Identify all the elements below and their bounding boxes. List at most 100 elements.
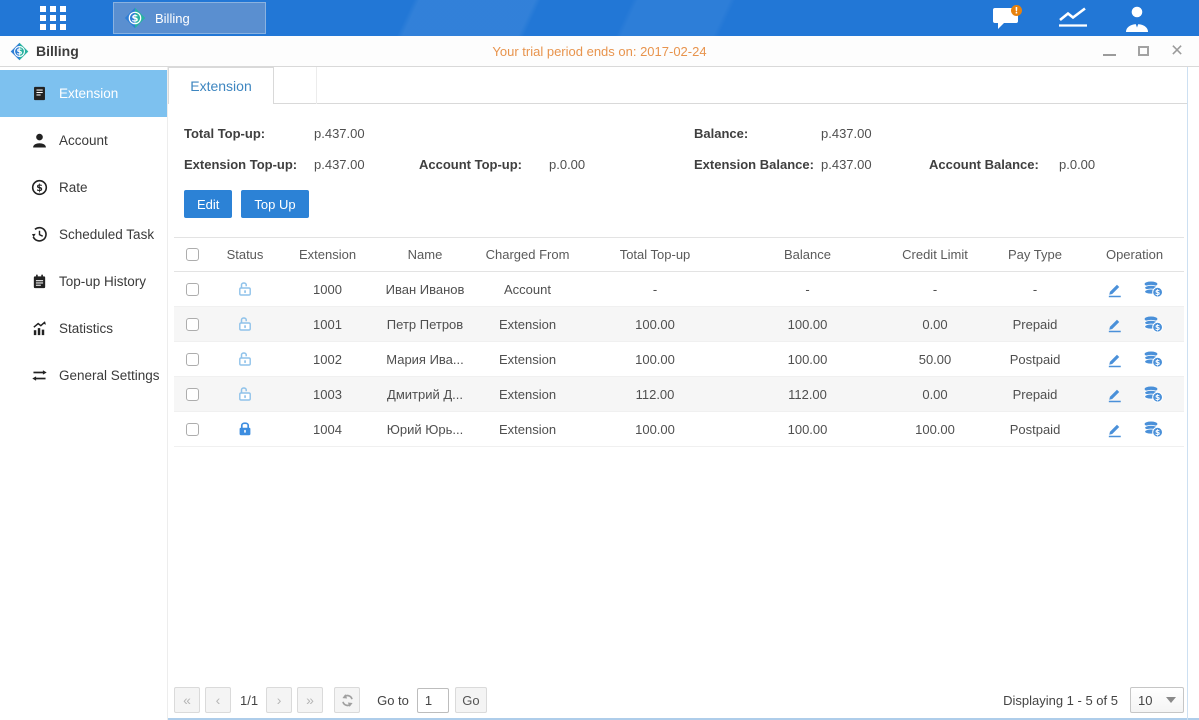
edit-extension-button[interactable] <box>1106 350 1123 368</box>
sidebar-item-statistics[interactable]: Statistics <box>0 305 167 352</box>
edit-extension-button[interactable] <box>1106 315 1123 333</box>
billing-window: Billing ! <box>0 0 1199 720</box>
sidebar-item-topup-history[interactable]: Top-up History <box>0 258 167 305</box>
cell-extension: 1000 <box>280 282 375 297</box>
cell-credit-limit: 50.00 <box>885 352 985 367</box>
table-header-row: Status Extension Name Charged From Total… <box>174 237 1184 272</box>
sidebar-item-account[interactable]: Account <box>0 117 167 164</box>
reports-chart-icon[interactable] <box>1057 5 1089 31</box>
cell-extension: 1004 <box>280 422 375 437</box>
cell-total-topup: 100.00 <box>580 352 730 367</box>
taskbar-app-label: Billing <box>155 11 190 26</box>
edit-extension-button[interactable] <box>1106 280 1123 298</box>
account-balance-label: Account Balance: <box>929 157 1059 172</box>
edit-extension-button[interactable] <box>1106 385 1123 403</box>
topup-extension-button[interactable] <box>1143 385 1163 403</box>
svg-text:$: $ <box>36 183 43 194</box>
messages-icon[interactable]: ! <box>992 5 1023 31</box>
cell-total-topup: 112.00 <box>580 387 730 402</box>
refresh-button[interactable] <box>334 687 360 713</box>
cell-total-topup: 100.00 <box>580 317 730 332</box>
scheduled-task-icon <box>31 226 48 243</box>
general-settings-icon <box>31 367 48 384</box>
cell-balance: 112.00 <box>730 387 885 402</box>
col-operation: Operation <box>1085 247 1184 262</box>
cell-extension: 1001 <box>280 317 375 332</box>
sidebar-item-general-settings[interactable]: General Settings <box>0 352 167 399</box>
extension-icon <box>31 85 48 102</box>
unlocked-icon <box>236 280 254 298</box>
table-row: 1003 Дмитрий Д... Extension 112.00 112.0… <box>174 377 1184 412</box>
billing-diamond-icon <box>10 42 29 61</box>
billing-diamond-icon <box>124 7 146 29</box>
row-checkbox[interactable] <box>186 318 199 331</box>
sidebar-item-extension[interactable]: Extension <box>0 70 167 117</box>
app-grid-icon[interactable] <box>33 3 73 33</box>
system-topbar: Billing ! <box>0 0 1199 36</box>
sidebar: Extension Account $ Rate <box>0 67 168 720</box>
topup-extension-button[interactable] <box>1143 420 1163 438</box>
page-size-select[interactable]: 10 <box>1130 687 1184 713</box>
user-account-icon[interactable] <box>1123 5 1151 32</box>
goto-page-input[interactable] <box>417 688 449 713</box>
extensions-table: Status Extension Name Charged From Total… <box>174 237 1184 447</box>
cell-total-topup: - <box>580 282 730 297</box>
first-page-button[interactable]: « <box>174 687 200 713</box>
col-name: Name <box>375 247 475 262</box>
topup-extension-button[interactable] <box>1143 280 1163 298</box>
select-all-checkbox[interactable] <box>186 248 199 261</box>
balance-value: p.437.00 <box>821 126 929 141</box>
row-checkbox[interactable] <box>186 388 199 401</box>
row-checkbox[interactable] <box>186 423 199 436</box>
sidebar-item-rate[interactable]: $ Rate <box>0 164 167 211</box>
sidebar-item-label: General Settings <box>59 368 160 383</box>
total-topup-label: Total Top-up: <box>184 126 314 141</box>
topup-extension-button[interactable] <box>1143 315 1163 333</box>
close-icon[interactable]: × <box>1169 43 1185 59</box>
page-size-value: 10 <box>1138 693 1152 708</box>
cell-charged-from: Extension <box>475 352 580 367</box>
row-checkbox[interactable] <box>186 283 199 296</box>
rate-icon: $ <box>31 179 48 196</box>
notification-badge: ! <box>1015 6 1019 16</box>
last-page-button[interactable]: » <box>297 687 323 713</box>
statistics-icon <box>31 320 48 337</box>
maximize-icon[interactable] <box>1135 43 1151 59</box>
edit-extension-button[interactable] <box>1106 420 1123 438</box>
tab-bar: Extension <box>168 67 1187 104</box>
trial-notice: Your trial period ends on: 2017-02-24 <box>0 44 1199 59</box>
table-row: 1002 Мария Ива... Extension 100.00 100.0… <box>174 342 1184 377</box>
taskbar-billing-app[interactable]: Billing <box>113 2 266 34</box>
cell-pay-type: - <box>985 282 1085 297</box>
topup-extension-button[interactable] <box>1143 350 1163 368</box>
cell-extension: 1003 <box>280 387 375 402</box>
col-pay-type: Pay Type <box>985 247 1085 262</box>
cell-pay-type: Prepaid <box>985 387 1085 402</box>
edit-button[interactable]: Edit <box>184 190 232 218</box>
sidebar-item-label: Extension <box>59 86 118 101</box>
account-topup-label: Account Top-up: <box>419 157 549 172</box>
extension-balance-value: p.437.00 <box>821 157 929 172</box>
cell-name: Иван Иванов <box>375 282 475 297</box>
col-credit-limit: Credit Limit <box>885 247 985 262</box>
page-indicator: 1/1 <box>240 693 258 708</box>
cell-charged-from: Account <box>475 282 580 297</box>
sidebar-item-label: Statistics <box>59 321 113 336</box>
top-up-button[interactable]: Top Up <box>241 190 308 218</box>
row-checkbox[interactable] <box>186 353 199 366</box>
minimize-icon[interactable] <box>1101 43 1117 59</box>
next-page-button[interactable]: › <box>266 687 292 713</box>
unlocked-icon <box>236 385 254 403</box>
summary-panel: Total Top-up: p.437.00 Balance: p.437.00… <box>184 118 1184 180</box>
window-title: Billing <box>36 43 79 59</box>
cell-charged-from: Extension <box>475 317 580 332</box>
prev-page-button[interactable]: ‹ <box>205 687 231 713</box>
account-icon <box>31 132 48 149</box>
cell-pay-type: Postpaid <box>985 352 1085 367</box>
cell-charged-from: Extension <box>475 387 580 402</box>
tab-extension[interactable]: Extension <box>168 67 274 104</box>
extension-balance-label: Extension Balance: <box>694 157 821 172</box>
col-balance: Balance <box>730 247 885 262</box>
go-button[interactable]: Go <box>455 687 487 713</box>
sidebar-item-scheduled-task[interactable]: Scheduled Task <box>0 211 167 258</box>
